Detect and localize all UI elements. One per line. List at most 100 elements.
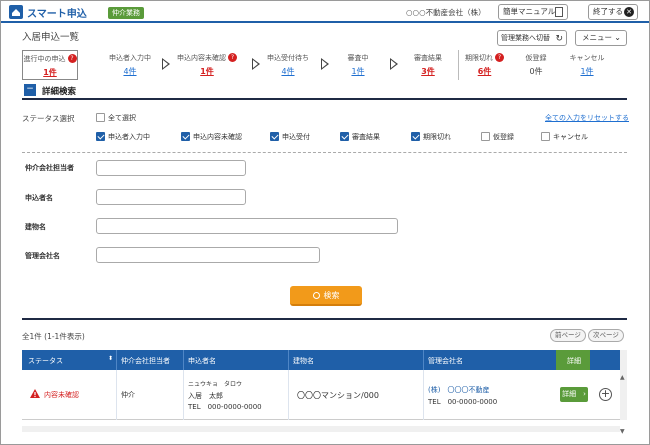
checkbox-select-all[interactable]: 全て選択: [96, 113, 136, 123]
row-management-name[interactable]: (株) 〇〇〇不動産: [428, 385, 489, 395]
column-separator: [183, 370, 184, 420]
building-name-label: 建物名: [25, 223, 46, 231]
checkbox-accepted[interactable]: 申込受付: [270, 132, 310, 142]
checkbox-box[interactable]: [181, 132, 190, 141]
scroll-up-icon[interactable]: ▲: [620, 374, 625, 381]
checkbox-box[interactable]: [96, 113, 105, 122]
tab-awaiting-acceptance[interactable]: 申込受付待ち 4件: [260, 50, 316, 80]
next-page-button[interactable]: 次ページ: [588, 329, 624, 342]
alert-icon: ?: [495, 53, 504, 62]
switch-business-button[interactable]: 管理業務へ切替 ↻: [497, 30, 567, 46]
tab-count[interactable]: 3件: [406, 66, 450, 77]
vertical-scrollbar[interactable]: [620, 350, 627, 420]
menu-label: メニュー: [582, 33, 612, 42]
menu-button[interactable]: メニュー ⌄: [575, 30, 627, 46]
tab-count[interactable]: 4件: [102, 66, 158, 77]
checkbox-cancelled[interactable]: キャンセル: [541, 132, 588, 142]
table-header: ステータス ⬍ 仲介会社担当者 申込者名 建物名 管理会社名 詳細: [22, 350, 627, 370]
column-header-management: 管理会社名: [428, 357, 463, 365]
divider: [22, 152, 627, 153]
checkbox-label: 申込受付: [282, 133, 310, 141]
reset-link[interactable]: 全ての入力をリセットする: [545, 113, 629, 123]
tab-count[interactable]: 1件: [172, 66, 242, 77]
tab-count[interactable]: 1件: [562, 66, 612, 77]
applicant-name-input[interactable]: [96, 189, 246, 205]
checkbox-label: 仮登録: [493, 133, 514, 141]
column-separator: [423, 350, 424, 370]
tab-count[interactable]: 1件: [336, 66, 380, 77]
row-applicant-name: 入居 太郎: [188, 392, 223, 400]
house-logo-icon: [9, 5, 23, 19]
checkbox-box[interactable]: [481, 132, 490, 141]
agent-staff-input[interactable]: [96, 160, 246, 176]
tab-label: 審査中: [347, 54, 369, 62]
tab-in-progress[interactable]: 進行中の申込? 1件: [22, 50, 78, 80]
checkbox-applicant-input[interactable]: 申込者入力中: [96, 132, 150, 142]
table-row: 内容未確認 仲介 ニュウキョ タロウ 入居 太郎 TEL 000-0000-00…: [22, 370, 627, 420]
checkbox-box[interactable]: [541, 132, 550, 141]
search-button[interactable]: 検索: [290, 286, 362, 306]
flow-arrow-icon: [321, 58, 329, 70]
checkbox-label: キャンセル: [553, 133, 588, 141]
app-title: スマート申込: [27, 9, 87, 20]
checkbox-expired[interactable]: 期限切れ: [411, 132, 451, 142]
prev-page-button[interactable]: 前ページ: [550, 329, 586, 342]
tab-count: 0件: [529, 67, 543, 76]
tab-under-review[interactable]: 審査中 1件: [336, 50, 380, 80]
flow-arrow-icon: [390, 58, 398, 70]
exit-button[interactable]: 終了する ✕: [588, 4, 638, 20]
manual-label: 簡単マニュアル: [503, 7, 556, 16]
tab-label: 審査結果: [414, 54, 442, 62]
flow-arrow-icon: [252, 58, 260, 70]
alert-icon: ?: [228, 53, 237, 62]
collapse-icon[interactable]: −: [24, 84, 36, 96]
status-tabs: 進行中の申込? 1件 申込者入力中 4件 申込内容未確認? 1件 申込受付待ち …: [22, 50, 627, 80]
tab-cancelled[interactable]: キャンセル 1件: [562, 50, 612, 80]
applicant-name-label: 申込者名: [25, 194, 53, 202]
agent-staff-label: 仲介会社担当者: [25, 164, 74, 172]
tab-applicant-input[interactable]: 申込者入力中 4件: [102, 50, 158, 80]
tab-unconfirmed[interactable]: 申込内容未確認? 1件: [172, 50, 242, 80]
checkbox-box[interactable]: [340, 132, 349, 141]
column-header-applicant: 申込者名: [188, 357, 216, 365]
divider: [22, 318, 627, 320]
document-icon: [555, 7, 563, 17]
column-separator: [288, 350, 289, 370]
plus-circle-icon[interactable]: +: [599, 388, 612, 401]
row-status: 内容未確認: [44, 391, 79, 399]
horizontal-scrollbar[interactable]: [22, 426, 620, 432]
tab-expired[interactable]: 期限切れ? 6件: [458, 50, 510, 80]
tab-count[interactable]: 1件: [23, 67, 77, 78]
exit-label: 終了する: [593, 7, 623, 16]
scroll-down-icon[interactable]: ▼: [620, 428, 625, 435]
tab-label: 期限切れ: [465, 54, 493, 62]
checkbox-label: 申込内容未確認: [193, 133, 242, 141]
app-header: スマート申込 仲介業務 ○○○不動産会社（株） 簡単マニュアル 終了する ✕: [1, 1, 649, 23]
status-select-label: ステータス選択: [22, 114, 75, 123]
switch-label: 管理業務へ切替: [501, 34, 550, 42]
column-header-status[interactable]: ステータス: [28, 356, 63, 366]
checkbox-label: 審査結果: [352, 133, 380, 141]
row-applicant-tel: TEL 000-0000-0000: [188, 403, 262, 411]
checkbox-box[interactable]: [270, 132, 279, 141]
manual-button[interactable]: 簡単マニュアル: [498, 4, 568, 20]
checkbox-review-result[interactable]: 審査結果: [340, 132, 380, 142]
tab-provisional[interactable]: 仮登録 0件: [516, 50, 556, 80]
search-icon: [312, 292, 320, 299]
column-separator: [423, 370, 424, 420]
column-header-agent: 仲介会社担当者: [121, 357, 170, 365]
checkbox-unconfirmed[interactable]: 申込内容未確認: [181, 132, 242, 142]
sort-icon[interactable]: ⬍: [108, 355, 113, 362]
building-name-input[interactable]: [96, 218, 398, 234]
tab-label: 申込受付待ち: [267, 54, 309, 62]
checkbox-box[interactable]: [411, 132, 420, 141]
checkbox-box[interactable]: [96, 132, 105, 141]
checkbox-provisional[interactable]: 仮登録: [481, 132, 514, 142]
row-management-tel: TEL 00-0000-0000: [428, 398, 498, 406]
detail-button[interactable]: 詳細 ›: [560, 387, 588, 402]
chevron-down-icon: ⌄: [614, 33, 621, 42]
management-company-input[interactable]: [96, 247, 320, 263]
tab-count[interactable]: 6件: [459, 66, 510, 77]
tab-review-result[interactable]: 審査結果 3件: [406, 50, 450, 80]
tab-count[interactable]: 4件: [260, 66, 316, 77]
